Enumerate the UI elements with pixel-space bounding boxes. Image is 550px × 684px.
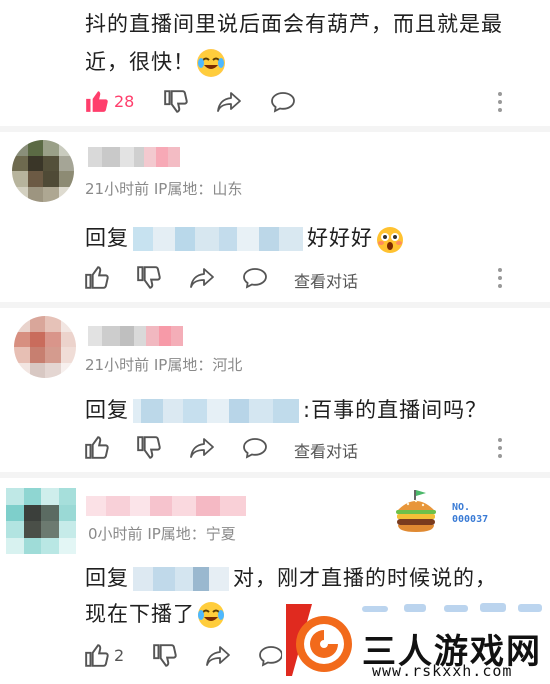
divider [0, 472, 550, 478]
reply-meta: 21小时前 IP属地：山东 [85, 178, 242, 199]
reply-content: 对，刚才直播的时候说的， [233, 566, 497, 590]
share-button[interactable] [205, 644, 231, 668]
more-options-icon[interactable] [498, 92, 502, 116]
thumbs-up-filled-icon [86, 91, 108, 112]
badge-number: NO. 000037 [452, 502, 489, 525]
divider [0, 302, 550, 308]
divider [0, 126, 550, 132]
ip-location: IP属地：河北 [153, 356, 243, 374]
share-button[interactable] [189, 266, 215, 290]
reply-text: 回复 好好好 [85, 222, 403, 253]
comment-text-line1: 抖的直播间里说后面会有葫芦，而且就是最 [85, 12, 503, 36]
reply-text-line2: 现在下播了 [85, 598, 225, 629]
astonished-face-emoji-icon [375, 225, 403, 253]
like-button[interactable] [84, 264, 110, 290]
reply-prefix: 回复 [85, 566, 129, 590]
comment-bubble-icon [259, 646, 283, 667]
dislike-button[interactable] [136, 435, 162, 461]
comment-bubble-icon [243, 268, 267, 289]
view-conversation-link[interactable]: 查看对话 [294, 438, 358, 462]
thumbs-down-icon [137, 436, 161, 459]
reply-content: :百事的直播间吗？ [303, 398, 488, 422]
reply-prefix: 回复 [85, 226, 129, 250]
reply-time: 0小时前 [88, 525, 143, 543]
reply-button[interactable] [270, 90, 296, 114]
thumbs-down-icon [137, 266, 161, 289]
username-blurred[interactable] [86, 496, 246, 516]
view-conversation-link[interactable]: 查看对话 [294, 268, 358, 292]
share-button[interactable] [216, 90, 242, 114]
dislike-button[interactable] [152, 643, 178, 669]
share-arrow-icon [190, 438, 214, 458]
like-button[interactable] [84, 88, 110, 114]
like-count: 28 [114, 92, 135, 111]
reply-time: 21小时前 [85, 356, 150, 374]
reply-button[interactable] [242, 266, 268, 290]
reply-text: 回复 :百事的直播间吗？ [85, 394, 487, 424]
reply-content: 好好好 [307, 226, 373, 250]
username-blurred[interactable] [88, 147, 180, 167]
laughing-crying-emoji-icon [197, 49, 225, 77]
thumbs-up-icon [85, 266, 109, 289]
ip-location: IP属地：山东 [153, 180, 243, 198]
reply-content-line2: 现在下播了 [85, 602, 195, 626]
thumbs-up-icon [85, 644, 109, 667]
reply-button[interactable] [242, 436, 268, 460]
reply-meta: 0小时前 IP属地：宁夏 [88, 523, 236, 544]
share-arrow-icon [206, 646, 230, 666]
share-button[interactable] [189, 436, 215, 460]
reply-meta: 21小时前 IP属地：河北 [85, 354, 242, 375]
watermark-faint-strip [360, 600, 545, 622]
like-button[interactable] [84, 434, 110, 460]
reply-prefix: 回复 [85, 398, 129, 422]
reply-time: 21小时前 [85, 180, 150, 198]
share-arrow-icon [217, 92, 241, 112]
thumbs-down-icon [164, 90, 188, 113]
share-arrow-icon [190, 268, 214, 288]
thumbs-up-icon [85, 436, 109, 459]
dislike-button[interactable] [136, 265, 162, 291]
comment-text-line2-content: 近，很快！ [85, 50, 195, 74]
mentioned-user-blurred[interactable] [133, 399, 299, 423]
watermark-logo-icon [284, 600, 364, 684]
laughing-crying-emoji-icon [197, 601, 225, 629]
avatar[interactable] [12, 140, 74, 202]
dislike-button[interactable] [163, 89, 189, 115]
reply-text-line1: 回复 对，刚才直播的时候说的， [85, 562, 497, 592]
like-count: 2 [114, 646, 125, 665]
burger-badge-icon [392, 488, 440, 540]
comment-text-line2: 近，很快！ [85, 46, 225, 77]
watermark-url: www.rskxxh.com [372, 662, 513, 680]
comment-bubble-icon [271, 92, 295, 113]
comment-bubble-icon [243, 438, 267, 459]
avatar[interactable] [6, 488, 76, 554]
mentioned-user-blurred[interactable] [133, 227, 303, 251]
like-button[interactable] [84, 642, 110, 668]
mentioned-user-blurred[interactable] [133, 567, 229, 591]
avatar[interactable] [14, 316, 76, 378]
more-options-icon[interactable] [498, 438, 502, 462]
ip-location: IP属地：宁夏 [147, 525, 236, 543]
reply-button[interactable] [258, 644, 284, 668]
username-blurred[interactable] [88, 326, 183, 346]
more-options-icon[interactable] [498, 268, 502, 292]
thumbs-down-icon [153, 644, 177, 667]
